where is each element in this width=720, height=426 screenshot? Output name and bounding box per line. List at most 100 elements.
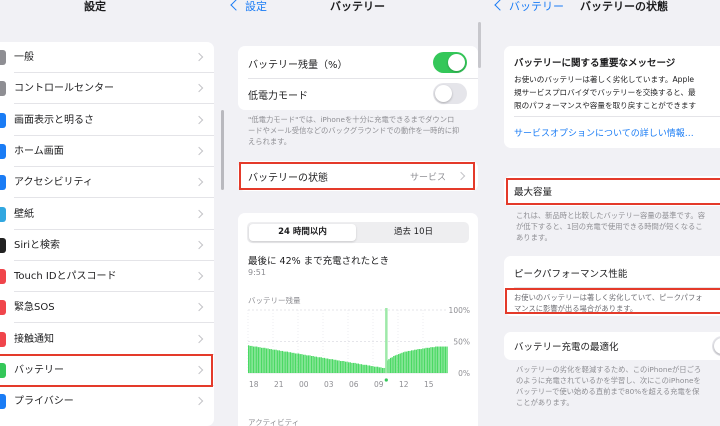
battery-panel: 設定 バッテリー バッテリー残量（%） 低電力モード "低電力モード"では、iP… [226, 0, 490, 426]
battery-scrollbar[interactable] [478, 22, 481, 68]
settings-item[interactable]: ホーム画面 [0, 136, 214, 167]
battery-percentage-toggle[interactable] [433, 52, 467, 73]
chart-bar [341, 361, 343, 373]
settings-item-label: 緊急SOS [14, 302, 55, 314]
settings-item[interactable]: 接触通知 [0, 324, 214, 355]
settings-item[interactable]: プライバシー [0, 386, 214, 417]
chevron-right-icon [194, 177, 204, 187]
settings-item-label: Touch IDとパスコード [14, 271, 117, 283]
chart-bar [273, 349, 276, 373]
chart-bar [446, 346, 448, 373]
chevron-right-icon [194, 84, 204, 93]
battery-health-title: バッテリーの状態 [580, 0, 668, 13]
chart-bar [296, 353, 298, 373]
low-power-note: "低電力モード"では、iPhoneを十分に充電できるまでダウンロードやメール受信… [248, 115, 460, 146]
chevron-right-icon [194, 271, 204, 281]
chart-bar [262, 347, 264, 373]
chart-bar [254, 346, 256, 373]
chevron-right-icon [194, 146, 204, 156]
service-options-link[interactable]: サービスオプションについての詳しい情報… [514, 126, 694, 139]
chart-bar [375, 366, 377, 373]
chart-bar [312, 355, 314, 373]
settings-item[interactable]: Siriと検索 [0, 230, 214, 261]
chart-bar [423, 348, 426, 373]
chart-bar [299, 354, 301, 373]
chart-bar [272, 349, 274, 373]
chart-bar [248, 345, 250, 373]
chart-bar [277, 350, 279, 373]
chart-bar [415, 349, 418, 373]
chart-bar [264, 347, 266, 373]
chart-bar [285, 351, 287, 373]
chart-bar [291, 352, 293, 373]
chevron-right-icon [194, 397, 204, 406]
chart-y-tick-label: 0% [458, 369, 470, 378]
chart-bar [293, 352, 295, 373]
battery-percentage-label: バッテリー残量（%） [248, 60, 348, 71]
settings-item[interactable]: Touch IDとパスコード [0, 261, 214, 293]
chart-bar [322, 357, 324, 373]
chart-bar [278, 350, 280, 373]
home-screen-icon [0, 143, 6, 159]
optimized-note-line-4: ことがあります。 [516, 398, 574, 407]
chart-bar [393, 355, 395, 373]
settings-item[interactable]: コントロールセンター [0, 73, 214, 105]
control-center-icon [0, 81, 6, 97]
chart-x-tick-label: 21 [274, 380, 284, 389]
settings-item-label: コントロールセンター [14, 83, 114, 95]
chart-bar [362, 364, 364, 373]
settings-item[interactable]: 画面表示と明るさ [0, 105, 214, 136]
chart-bar [377, 366, 379, 373]
settings-item-label: アクセシビリティ [14, 177, 93, 189]
chart-bar [323, 357, 326, 373]
battery-level-chart: バッテリー残量 100% 50% 0% 18 21 00 03 06 09 12 15 [247, 295, 470, 389]
battery-health-highlight-box [239, 162, 475, 190]
settings-item-label: Siriと検索 [14, 239, 61, 251]
fingerprint-icon [0, 269, 6, 285]
chart-x-tick-label: 18 [249, 380, 259, 389]
chart-bar [339, 361, 342, 373]
chart-bar [439, 346, 442, 373]
chart-bar [436, 346, 439, 373]
settings-item[interactable]: 一般 [0, 42, 214, 73]
chart-bar [333, 359, 335, 373]
chart-bar [360, 364, 363, 373]
chart-bar [265, 348, 268, 373]
capacity-note-line-1: これは、新品時と比較したバッテリー容量の基準です。容 [516, 211, 705, 220]
back-button-settings[interactable]: 設定 [230, 0, 267, 16]
chart-x-tick-label: 12 [399, 380, 409, 389]
settings-title: 設定 [84, 0, 106, 13]
divider-scrollbar[interactable] [221, 110, 224, 190]
privacy-icon [0, 394, 6, 410]
chart-bar [268, 349, 271, 373]
chart-bar [380, 367, 382, 373]
settings-item[interactable]: 緊急SOS [0, 292, 214, 324]
chart-bar [288, 352, 290, 373]
settings-item[interactable]: アクセシビリティ [0, 167, 214, 199]
chart-x-tick-label: 03 [324, 380, 334, 389]
chart-bar [435, 346, 437, 373]
important-line-1: お使いのバッテリーは著しく劣化しています。Apple [514, 75, 695, 84]
chevron-left-icon [230, 0, 242, 11]
chart-bar [425, 347, 427, 373]
chart-bar [398, 354, 400, 373]
chevron-right-icon [194, 52, 204, 62]
settings-item-label: 接触通知 [14, 333, 54, 345]
chart-bar [349, 362, 351, 373]
chart-bar [352, 362, 355, 373]
low-power-toggle[interactable] [433, 83, 467, 104]
chart-bar [409, 350, 411, 373]
back-button-battery[interactable]: バッテリー [494, 0, 564, 16]
low-power-label: 低電力モード [248, 91, 308, 102]
chevron-right-icon [194, 115, 204, 124]
settings-item[interactable]: 壁紙 [0, 199, 214, 230]
chart-bar [364, 364, 366, 373]
chart-bar [372, 366, 374, 373]
settings-item-label: 壁紙 [14, 208, 34, 220]
optimized-charging-toggle[interactable] [712, 336, 720, 356]
chart-bar [302, 354, 305, 373]
max-capacity-highlight-box [506, 178, 720, 205]
chart-bar [306, 355, 308, 373]
chart-bar [407, 350, 409, 373]
chart-bar [348, 362, 350, 373]
